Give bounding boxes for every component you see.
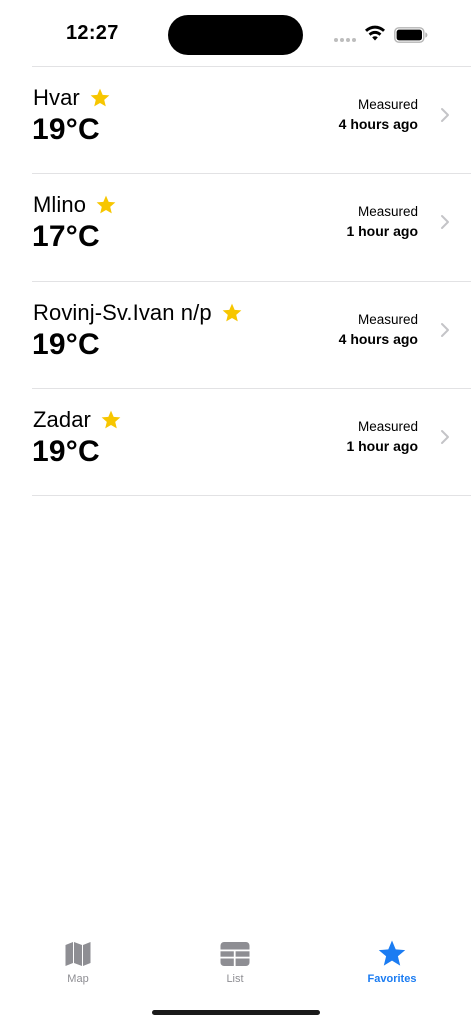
favorite-row-zadar[interactable]: Zadar 19°C Measured 1 hour ago: [0, 389, 471, 495]
chevron-right-icon: [441, 108, 449, 122]
temperature-value: 19°C: [32, 435, 100, 468]
battery-icon: [394, 27, 428, 43]
tab-favorites[interactable]: Favorites: [337, 939, 447, 995]
star-icon: [96, 195, 116, 214]
tab-label: Map: [67, 973, 89, 985]
measured-time: 1 hour ago: [346, 438, 418, 454]
tab-list[interactable]: List: [180, 939, 290, 995]
tab-label: List: [226, 973, 244, 985]
dynamic-island: [168, 15, 303, 55]
favorite-row-mlino[interactable]: Mlino 17°C Measured 1 hour ago: [0, 174, 471, 280]
star-icon: [101, 410, 121, 429]
temperature-value: 19°C: [32, 113, 100, 146]
favorites-screen: 12:27 Hvar 19°C Measured 4 hours ago Mli…: [0, 0, 471, 1024]
measured-time: 4 hours ago: [338, 331, 418, 347]
favorite-row-rovinj[interactable]: Rovinj-Sv.Ivan n/p 19°C Measured 4 hours…: [0, 282, 471, 388]
favorite-row-hvar[interactable]: Hvar 19°C Measured 4 hours ago: [0, 67, 471, 173]
list-separator: [32, 495, 471, 496]
home-indicator[interactable]: [152, 1010, 320, 1015]
map-icon: [65, 942, 91, 966]
measured-time: 4 hours ago: [338, 116, 418, 132]
cellular-signal-icon: [334, 38, 358, 42]
station-name: Mlino: [33, 192, 87, 217]
star-icon: [90, 88, 110, 107]
tab-label: Favorites: [367, 973, 417, 985]
chevron-right-icon: [441, 215, 449, 229]
star-icon: [378, 940, 406, 966]
station-name: Rovinj-Sv.Ivan n/p: [33, 300, 212, 325]
chevron-right-icon: [441, 323, 449, 337]
status-bar: 12:27: [0, 0, 471, 66]
measured-label: Measured: [357, 419, 418, 434]
temperature-value: 19°C: [32, 328, 100, 361]
tab-map[interactable]: Map: [23, 939, 133, 995]
wifi-icon: [365, 25, 385, 41]
station-name: Hvar: [33, 85, 80, 110]
status-time: 12:27: [66, 22, 119, 44]
measured-label: Measured: [357, 312, 418, 327]
measured-time: 1 hour ago: [346, 223, 418, 239]
temperature-value: 17°C: [32, 220, 100, 253]
station-name: Zadar: [33, 407, 91, 432]
star-icon: [222, 303, 242, 322]
measured-label: Measured: [357, 204, 418, 219]
measured-label: Measured: [357, 97, 418, 112]
list-icon: [220, 942, 250, 966]
chevron-right-icon: [441, 430, 449, 444]
